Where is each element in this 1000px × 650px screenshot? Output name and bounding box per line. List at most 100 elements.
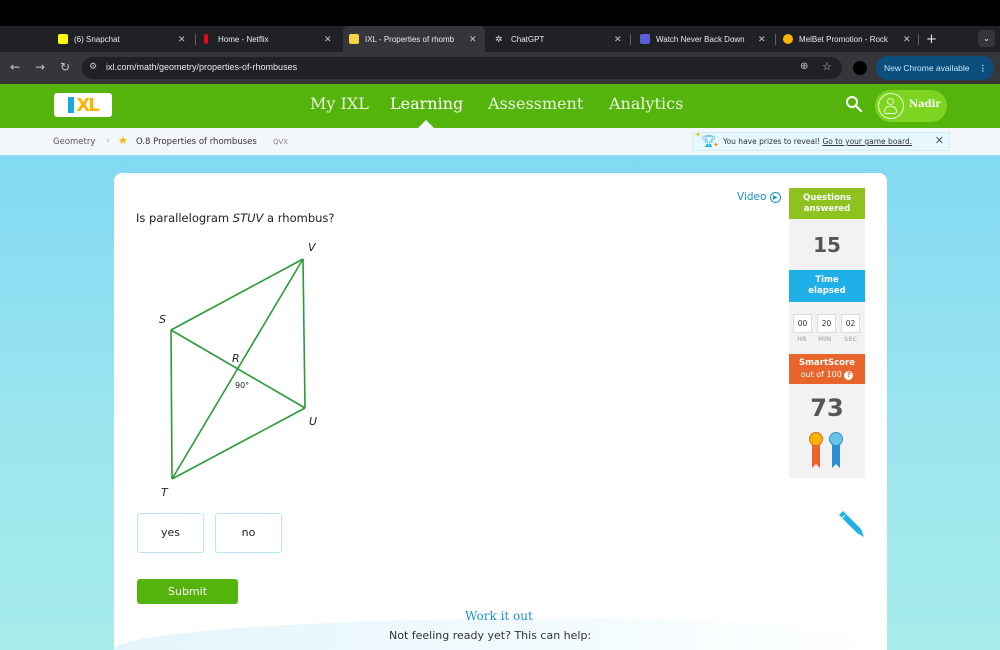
breadcrumb-skill: O.8 Properties of rhombuses [136,137,257,147]
work-it-out-heading: Work it out [465,609,533,623]
zoom-icon[interactable]: ⊕ [800,61,808,72]
close-tab-icon[interactable]: ✕ [324,34,332,45]
avatar-head [887,98,894,105]
parallelogram-figure: V S R 90° U T [159,241,317,499]
help-icon[interactable]: ? [844,371,854,380]
site-settings-icon[interactable]: ⚙ [89,62,97,72]
user-name: Nadir [909,99,941,110]
pencil-icon[interactable] [835,509,867,539]
more-menu-icon[interactable]: ⋮ [979,56,988,80]
tab-title: Home - Netflix [218,34,269,44]
close-tab-icon[interactable]: ✕ [758,34,766,45]
smartscore-header: SmartScore out of 100 ? [789,354,865,384]
time-seconds: 02 [841,314,860,333]
vertex-label-r: R [232,352,240,365]
shape-name: STUV [232,211,264,225]
close-tab-icon[interactable]: ✕ [614,34,622,45]
prize-message: You have prizes to reveal! [723,137,821,146]
ribbon-award-icon [829,432,843,468]
tab-title: ChatGPT [511,34,545,44]
time-unit-hr: HR [797,336,807,343]
url-text[interactable]: ixl.com/math/geometry/properties-of-rhom… [106,62,297,72]
sparkle-icon: ✦ [695,131,701,139]
answer-no-button[interactable]: no [215,513,282,553]
close-tab-icon[interactable]: ✕ [178,34,186,45]
submit-button[interactable]: Submit [137,579,238,604]
tab-separator [775,34,776,45]
tab-chatgpt[interactable]: ✲ ChatGPT ✕ [495,26,625,52]
elapsed-label: elapsed [808,286,846,296]
tab-separator [630,34,631,45]
tab-title: (6) Snapchat [74,34,120,44]
tab-separator [195,34,196,45]
chatgpt-icon: ✲ [495,34,503,44]
update-label: New Chrome available [884,63,970,73]
reload-icon[interactable]: ↻ [60,60,70,74]
close-tab-icon[interactable]: ✕ [469,34,477,45]
nav-assessment[interactable]: Assessment [488,94,583,113]
nav-analytics[interactable]: Analytics [609,94,683,113]
game-board-link[interactable]: Go to your game board. [822,137,912,146]
questions-label: Questions [802,193,852,203]
forward-icon[interactable]: → [35,60,45,74]
time-hours: 00 [793,314,812,333]
tab-watch-never-back-down[interactable]: Watch Never Back Down ✕ [640,26,770,52]
edge-vu [302,258,306,409]
stats-panel: Questions answered 15 Time elapsed 00 20… [789,188,865,478]
edge-ts [170,329,173,480]
netflix-icon [204,34,208,44]
ixl-logo[interactable]: XL [54,93,112,117]
vertex-label-u: U [309,415,317,428]
questions-answered-count: 15 [813,233,841,257]
out-of-label: out of 100 [800,370,842,379]
edge-ut [171,407,306,480]
vertex-label-t: T [161,486,169,499]
help-subtitle: Not feeling ready yet? This can help: [389,629,592,642]
answer-yes-button[interactable]: yes [137,513,204,553]
logo-i-bar [68,97,75,113]
address-bar[interactable]: ⚙ ixl.com/math/geometry/properties-of-rh… [82,57,842,79]
tab-netflix[interactable]: Home - Netflix ✕ [204,26,334,52]
nav-my-ixl[interactable]: My IXL [310,94,369,113]
tab-title: IXL - Properties of rhomb [365,34,455,44]
logo-text: XL [76,94,99,116]
star-icon: ★ [118,134,128,147]
avatar-body [884,106,897,114]
user-menu[interactable]: Nadir [875,90,947,122]
video-label: Video [737,191,767,203]
tab-snapchat[interactable]: (6) Snapchat ✕ [58,26,190,52]
search-icon[interactable] [845,95,863,113]
breadcrumb-separator: › [106,136,110,146]
tab-separator [918,34,919,45]
video-play-icon [640,34,650,44]
prize-banner: ✦ 🏆︎ ✦ You have prizes to reveal! Go to … [692,131,950,151]
tab-title: Watch Never Back Down [656,34,745,44]
browser-toolbar: ← → ↻ ⚙ ixl.com/math/geometry/properties… [0,52,1000,84]
melbet-icon [783,34,793,44]
nav-learning[interactable]: Learning [390,94,463,113]
ixl-icon [349,34,359,44]
time-elapsed-header: Time elapsed [789,270,865,302]
close-tab-icon[interactable]: ✕ [903,34,911,45]
back-icon[interactable]: ← [10,60,20,74]
bookmark-star-icon[interactable]: ☆ [822,60,832,73]
new-tab-button[interactable]: + [926,32,937,47]
new-chrome-available-button[interactable]: New Chrome available ⋮ [876,56,994,80]
breadcrumb-geometry[interactable]: Geometry [53,137,95,147]
angle-label: 90° [235,381,249,390]
diagonal-vt [171,258,304,480]
play-icon: ▶ [769,192,781,203]
tab-melbet[interactable]: MelBet Promotion - Rock ✕ [783,26,913,52]
snapchat-icon [58,34,68,44]
screen-top-bezel [0,0,1000,26]
video-link[interactable]: Video ▶ [737,191,781,203]
browser-tab-bar: (6) Snapchat ✕ Home - Netflix ✕ IXL - Pr… [0,26,1000,52]
skill-code: QVX [273,138,289,146]
tab-ixl[interactable]: IXL - Properties of rhomb ✕ [343,26,485,52]
close-icon[interactable]: ✕ [935,134,944,147]
time-unit-min: MIN [818,336,832,343]
answered-label: answered [803,204,851,214]
tab-search-button[interactable]: ⌄ [978,30,995,47]
profile-avatar[interactable] [853,61,867,75]
smartscore-label: SmartScore [799,358,855,368]
